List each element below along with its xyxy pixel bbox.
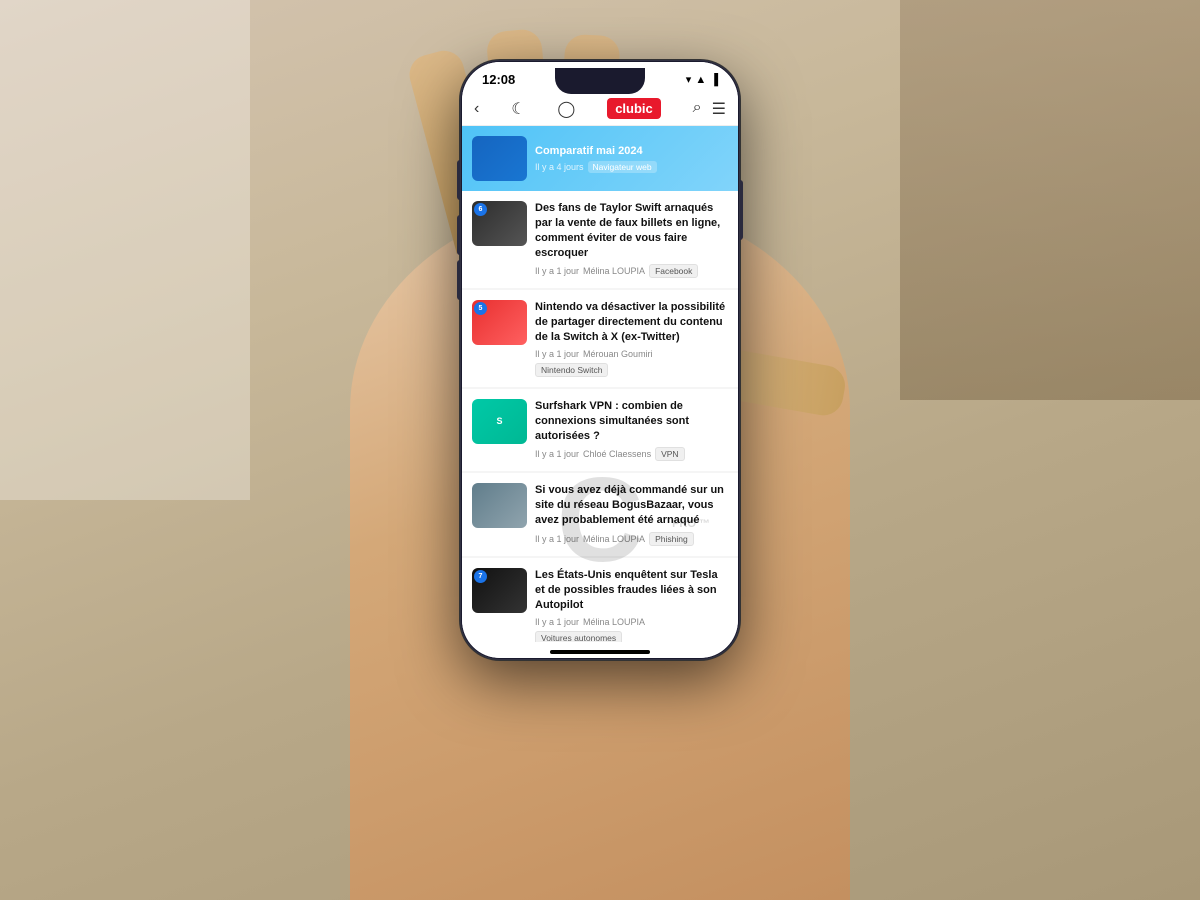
content-scroll[interactable]: Comparatif mai 2024 Il y a 4 jours Navig…	[462, 126, 738, 642]
article-author-surfshark: Chloé Claessens	[583, 449, 651, 459]
article-tag-taylor-swift: Facebook	[649, 264, 698, 278]
article-tag-bogusbazaar: Phishing	[649, 532, 694, 546]
article-content-surfshark: Surfshark VPN : combien de connexions si…	[535, 399, 728, 462]
article-thumb-bogusbazaar	[472, 483, 527, 528]
article-title-comparatif: Comparatif mai 2024	[535, 145, 728, 157]
article-card-tesla[interactable]: 7 Les États-Unis enquêtent sur Tesla et …	[462, 558, 738, 642]
phone-notch	[555, 68, 645, 94]
phone: 12:08 ▾ ▲ ▐ ‹ ☾ ◯ clubic ⌕ ☰	[460, 60, 740, 660]
article-time-comparatif: Il y a 4 jours	[535, 162, 584, 172]
article-author: Mélina LOUPIA	[583, 266, 645, 276]
article-thumb-nintendo: 5	[472, 300, 527, 345]
article-time-bogusbazaar: Il y a 1 jour	[535, 534, 579, 544]
article-meta-nintendo: Il y a 1 jour Mérouan Goumiri Nintendo S…	[535, 349, 728, 377]
article-time-surfshark: Il y a 1 jour	[535, 449, 579, 459]
status-time: 12:08	[482, 72, 515, 87]
article-tag-surfshark: VPN	[655, 447, 684, 461]
article-title-bogusbazaar: Si vous avez déjà commandé sur un site d…	[535, 483, 728, 528]
article-meta-surfshark: Il y a 1 jour Chloé Claessens VPN	[535, 447, 728, 461]
article-time: Il y a 1 jour	[535, 266, 579, 276]
article-badge-tesla: 7	[474, 570, 487, 583]
article-card-nintendo[interactable]: 5 Nintendo va désactiver la possibilité …	[462, 290, 738, 387]
article-title-nintendo: Nintendo va désactiver la possibilité de…	[535, 300, 728, 345]
article-badge-taylor-swift: 6	[474, 203, 487, 216]
status-icons: ▾ ▲ ▐	[686, 73, 718, 86]
article-thumb-taylor-swift: 6	[472, 201, 527, 246]
article-content-bogusbazaar: Si vous avez déjà commandé sur un site d…	[535, 483, 728, 546]
article-title-surfshark: Surfshark VPN : combien de connexions si…	[535, 399, 728, 444]
phone-wrapper: 12:08 ▾ ▲ ▐ ‹ ☾ ◯ clubic ⌕ ☰	[460, 60, 740, 660]
back-button[interactable]: ‹	[474, 100, 479, 118]
article-thumb-comparatif	[472, 136, 527, 181]
article-content-comparatif: Comparatif mai 2024 Il y a 4 jours Navig…	[535, 145, 728, 173]
article-meta-taylor-swift: Il y a 1 jour Mélina LOUPIA Facebook	[535, 264, 728, 278]
article-thumb-surfshark: S	[472, 399, 527, 444]
article-tag-tesla: Voitures autonomes	[535, 631, 622, 643]
article-card-surfshark[interactable]: S Surfshark VPN : combien de connexions …	[462, 389, 738, 472]
article-meta-bogusbazaar: Il y a 1 jour Mélina LOUPIA Phishing	[535, 532, 728, 546]
battery-icon: ▐	[710, 74, 718, 86]
article-title-taylor-swift: Des fans de Taylor Swift arnaqués par la…	[535, 201, 728, 260]
article-time-nintendo: Il y a 1 jour	[535, 349, 579, 359]
article-tag-comparatif: Navigateur web	[588, 161, 657, 173]
phone-screen: 12:08 ▾ ▲ ▐ ‹ ☾ ◯ clubic ⌕ ☰	[462, 62, 738, 658]
home-indicator[interactable]	[550, 650, 650, 654]
menu-icon[interactable]: ☰	[712, 99, 726, 119]
article-meta-comparatif: Il y a 4 jours Navigateur web	[535, 161, 728, 173]
bottom-bar	[462, 642, 738, 658]
article-content-taylor-swift: Des fans de Taylor Swift arnaqués par la…	[535, 201, 728, 278]
article-author-nintendo: Mérouan Goumiri	[583, 349, 653, 359]
article-title-tesla: Les États-Unis enquêtent sur Tesla et de…	[535, 568, 728, 613]
article-thumb-tesla: 7	[472, 568, 527, 613]
article-badge-nintendo: 5	[474, 302, 487, 315]
article-content-tesla: Les États-Unis enquêtent sur Tesla et de…	[535, 568, 728, 642]
article-author-tesla: Mélina LOUPIA	[583, 617, 645, 627]
signal-icon: ▲	[695, 74, 706, 86]
article-content-nintendo: Nintendo va désactiver la possibilité de…	[535, 300, 728, 377]
article-card-comparatif[interactable]: Comparatif mai 2024 Il y a 4 jours Navig…	[462, 126, 738, 191]
app-navbar: ‹ ☾ ◯ clubic ⌕ ☰	[462, 92, 738, 126]
clubic-logo[interactable]: clubic	[607, 98, 661, 119]
scene: 12:08 ▾ ▲ ▐ ‹ ☾ ◯ clubic ⌕ ☰	[0, 0, 1200, 900]
article-meta-tesla: Il y a 1 jour Mélina LOUPIA Voitures aut…	[535, 617, 728, 643]
search-icon[interactable]: ⌕	[693, 99, 702, 119]
article-card-taylor-swift[interactable]: 6 Des fans de Taylor Swift arnaqués par …	[462, 191, 738, 288]
user-icon[interactable]: ◯	[557, 99, 575, 119]
article-author-bogusbazaar: Mélina LOUPIA	[583, 534, 645, 544]
article-tag-nintendo: Nintendo Switch	[535, 363, 608, 377]
article-time-tesla: Il y a 1 jour	[535, 617, 579, 627]
wifi-icon: ▾	[686, 73, 692, 86]
article-card-bogusbazaar[interactable]: Si vous avez déjà commandé sur un site d…	[462, 473, 738, 556]
nav-icons-right: ⌕ ☰	[693, 99, 726, 119]
moon-icon[interactable]: ☾	[511, 99, 525, 119]
